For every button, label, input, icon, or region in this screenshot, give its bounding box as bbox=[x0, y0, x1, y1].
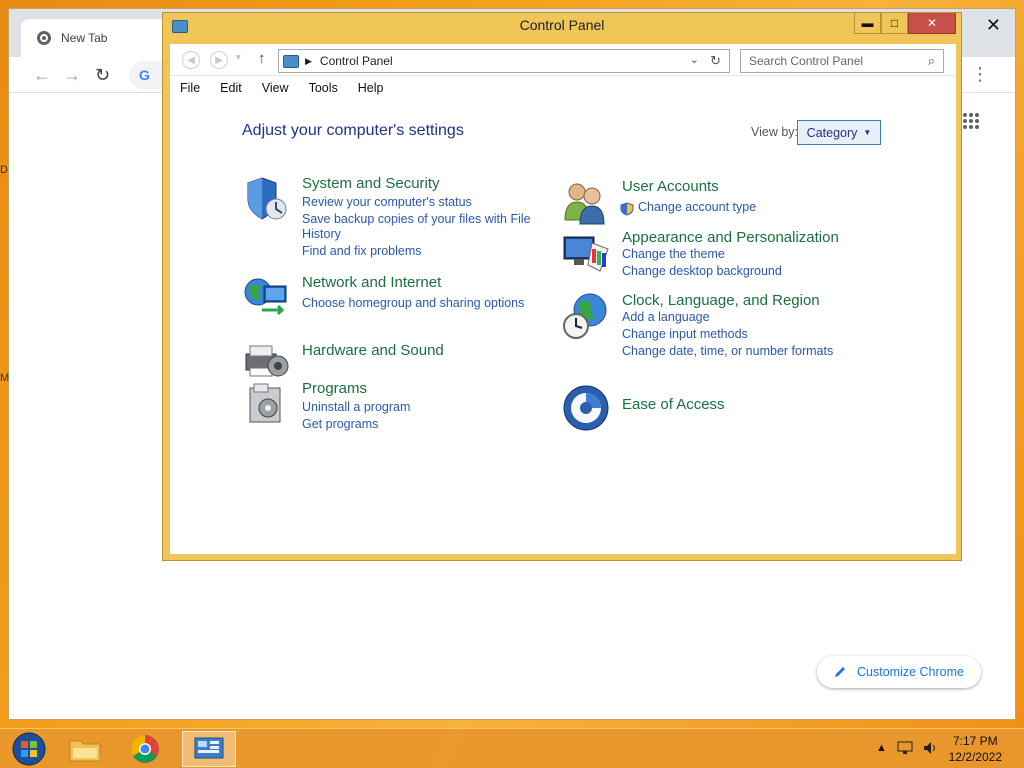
link-review-status[interactable]: Review your computer's status bbox=[302, 195, 472, 210]
back-arrow-icon[interactable]: ← bbox=[33, 65, 51, 86]
recent-pages-chevron-icon[interactable]: ▾ bbox=[236, 52, 241, 63]
search-placeholder: Search Control Panel bbox=[749, 54, 864, 68]
menu-view[interactable]: View bbox=[252, 81, 299, 95]
uac-shield-icon bbox=[620, 202, 634, 216]
search-icon[interactable]: ⌕ bbox=[928, 53, 935, 69]
menu-tools[interactable]: Tools bbox=[299, 81, 348, 95]
chrome-tab-title: New Tab bbox=[61, 31, 108, 45]
category-title[interactable]: Programs bbox=[302, 380, 367, 397]
link-add-language[interactable]: Add a language bbox=[622, 310, 710, 325]
programs-box-icon bbox=[249, 383, 281, 423]
link-find-fix-problems[interactable]: Find and fix problems bbox=[302, 244, 422, 259]
dropdown-arrow-icon: ▼ bbox=[863, 128, 872, 137]
taskbar-control-panel[interactable] bbox=[182, 731, 236, 767]
category-title[interactable]: Network and Internet bbox=[302, 274, 441, 291]
maximize-button[interactable]: □ bbox=[881, 13, 908, 34]
forward-arrow-icon[interactable]: → bbox=[63, 65, 81, 86]
link-get-programs[interactable]: Get programs bbox=[302, 417, 378, 432]
category-title[interactable]: Clock, Language, and Region bbox=[622, 292, 820, 309]
system-tray: ▲ bbox=[876, 741, 939, 755]
menu-file[interactable]: File bbox=[170, 81, 210, 95]
window-buttons: ▬ □ ✕ bbox=[854, 13, 956, 34]
menu-edit[interactable]: Edit bbox=[210, 81, 252, 95]
customize-chrome-label: Customize Chrome bbox=[857, 665, 964, 679]
desktop-edge-letter-2: M bbox=[0, 372, 10, 384]
google-g-icon: G bbox=[139, 67, 150, 83]
search-input[interactable]: Search Control Panel ⌕ bbox=[740, 49, 944, 73]
link-change-input-methods[interactable]: Change input methods bbox=[622, 327, 748, 342]
link-save-backup[interactable]: Save backup copies of your files with Fi… bbox=[302, 212, 531, 227]
link-change-account-type[interactable]: Change account type bbox=[638, 200, 756, 215]
volume-icon[interactable] bbox=[923, 741, 939, 755]
taskbar-file-explorer[interactable] bbox=[58, 731, 112, 767]
start-button[interactable] bbox=[2, 731, 56, 767]
ease-of-access-icon bbox=[563, 385, 609, 431]
link-change-date-time-formats[interactable]: Change date, time, or number formats bbox=[622, 344, 833, 359]
globe-clock-icon bbox=[563, 293, 607, 339]
forward-button[interactable]: ▶ bbox=[210, 51, 228, 69]
windows-start-icon bbox=[12, 732, 46, 766]
control-panel-content: Adjust your computer's settings View by:… bbox=[170, 100, 956, 554]
back-button[interactable]: ◀ bbox=[182, 51, 200, 69]
address-row: ◀ ▶ ▾ ↑ ▶ Control Panel ⌄ ↻ Search Contr… bbox=[170, 44, 956, 76]
clock-date: 12/2/2022 bbox=[948, 750, 1002, 764]
chrome-menu-icon[interactable]: ⋮ bbox=[971, 65, 989, 83]
reload-icon[interactable]: ↻ bbox=[95, 65, 110, 86]
view-by-value: Category bbox=[806, 125, 858, 140]
chrome-tab-favicon-icon bbox=[37, 31, 51, 45]
control-panel-window: Control Panel ▬ □ ✕ ◀ ▶ ▾ ↑ ▶ Control Pa… bbox=[162, 12, 962, 561]
category-title[interactable]: Appearance and Personalization bbox=[622, 229, 839, 246]
control-panel-small-icon bbox=[283, 54, 299, 68]
desktop-edge-letter-1: D bbox=[0, 164, 8, 176]
menu-help[interactable]: Help bbox=[348, 81, 394, 95]
link-change-theme[interactable]: Change the theme bbox=[622, 247, 725, 262]
refresh-icon[interactable]: ↻ bbox=[710, 53, 721, 69]
printer-icon bbox=[245, 345, 289, 377]
taskbar-chrome[interactable] bbox=[118, 731, 172, 767]
chrome-close-button[interactable]: ✕ bbox=[986, 15, 1001, 36]
link-uninstall-program[interactable]: Uninstall a program bbox=[302, 400, 410, 415]
folder-icon bbox=[69, 740, 101, 762]
category-title[interactable]: Hardware and Sound bbox=[302, 342, 444, 359]
control-panel-taskbar-icon bbox=[194, 737, 224, 759]
apps-grid-icon[interactable] bbox=[963, 113, 979, 129]
monitor-palette-icon bbox=[563, 236, 609, 272]
pencil-icon bbox=[835, 667, 845, 677]
link-change-desktop-background[interactable]: Change desktop background bbox=[622, 264, 782, 279]
menu-bar: File Edit View Tools Help bbox=[170, 76, 956, 100]
close-button[interactable]: ✕ bbox=[908, 13, 956, 34]
window-title: Control Panel bbox=[519, 17, 605, 33]
page-heading: Adjust your computer's settings bbox=[242, 122, 464, 139]
link-save-backup-cont[interactable]: History bbox=[302, 227, 341, 242]
breadcrumb-arrow-icon[interactable]: ▶ bbox=[305, 56, 312, 67]
minimize-button[interactable]: ▬ bbox=[854, 13, 881, 34]
category-title[interactable]: Ease of Access bbox=[622, 396, 725, 413]
view-by-label: View by: bbox=[751, 125, 799, 139]
category-title[interactable]: User Accounts bbox=[622, 178, 719, 195]
view-by-dropdown[interactable]: Category ▼ bbox=[797, 120, 881, 145]
customize-chrome-button[interactable]: Customize Chrome bbox=[817, 656, 981, 688]
show-hidden-icons-arrow[interactable]: ▲ bbox=[876, 742, 887, 754]
network-icon[interactable] bbox=[897, 741, 913, 755]
up-arrow-icon[interactable]: ↑ bbox=[258, 50, 266, 67]
clock-time: 7:17 PM bbox=[952, 734, 998, 748]
taskbar: ▲ 7:17 PM 12/2/2022 bbox=[0, 728, 1024, 768]
breadcrumb-control-panel[interactable]: Control Panel bbox=[320, 54, 393, 68]
globe-network-icon bbox=[244, 278, 287, 316]
chrome-icon bbox=[131, 735, 159, 763]
address-dropdown-icon[interactable]: ⌄ bbox=[690, 53, 699, 66]
taskbar-clock[interactable]: 7:17 PM 12/2/2022 bbox=[949, 733, 1002, 765]
category-title[interactable]: System and Security bbox=[302, 175, 440, 192]
shield-icon bbox=[247, 177, 287, 220]
link-homegroup-sharing[interactable]: Choose homegroup and sharing options bbox=[302, 296, 524, 311]
users-icon bbox=[564, 183, 605, 225]
address-bar[interactable]: ▶ Control Panel ⌄ ↻ bbox=[278, 49, 730, 73]
